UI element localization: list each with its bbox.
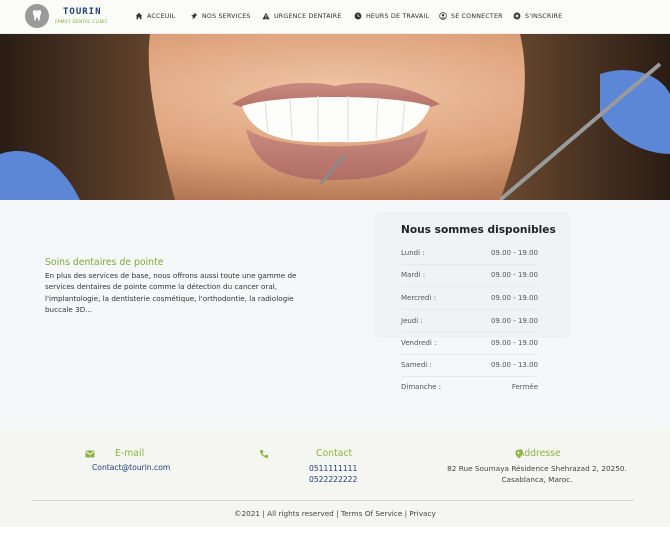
page-bottom-strip bbox=[0, 527, 670, 537]
hours-row: Jeudi : 09.00 - 19.00 bbox=[401, 311, 538, 333]
nav-label: S'INSCRIRE bbox=[525, 12, 563, 20]
address-heading: Addresse bbox=[518, 448, 561, 459]
nav-item-inscription[interactable]: S'INSCRIRE bbox=[512, 9, 562, 23]
footer: E-mail Contact@tourin.com Contact 051111… bbox=[0, 428, 670, 527]
address-line-2: Casablanca, Maroc. bbox=[501, 475, 573, 484]
hero-smile-image bbox=[0, 34, 670, 200]
nav-item-connexion[interactable]: SE CONNECTER bbox=[438, 9, 503, 23]
hours-day: Samedi : bbox=[401, 361, 432, 369]
hours-row: Mardi : 09.00 - 19.00 bbox=[401, 265, 538, 287]
phone-link-1[interactable]: 0511111111 bbox=[309, 463, 357, 475]
nav-item-accueil[interactable]: ACCEUIL bbox=[134, 9, 175, 23]
envelope-icon bbox=[85, 449, 95, 459]
copyright-text: ©2021 | All rights reserved | Terms Of S… bbox=[234, 509, 436, 518]
warning-icon bbox=[261, 12, 270, 21]
contact-heading: Contact bbox=[316, 448, 353, 459]
hours-day: Jeudi : bbox=[401, 317, 423, 325]
hours-row: Dimanche : Fermée bbox=[401, 377, 538, 399]
hours-time: 09.00 - 19.00 bbox=[490, 317, 538, 325]
nav-label: ACCEUIL bbox=[147, 12, 176, 20]
hours-day: Lundi : bbox=[401, 249, 425, 257]
phone-link-2[interactable]: 0522222222 bbox=[309, 474, 357, 486]
top-navbar: TOURIN FAMILY DENTAL CLINIC ACCEUIL NOS … bbox=[0, 0, 670, 34]
nav-label: HEURS DE TRAVAIL bbox=[366, 12, 430, 20]
hours-time: 09.00 - 19.00 bbox=[490, 339, 538, 347]
plus-circle-icon bbox=[512, 12, 521, 21]
brand-name: TOURIN bbox=[63, 6, 102, 17]
clock-icon bbox=[353, 12, 362, 21]
pin-icon bbox=[189, 12, 198, 21]
user-circle-icon bbox=[438, 12, 447, 21]
nav-label: NOS SERVICES bbox=[202, 12, 251, 20]
home-icon bbox=[134, 12, 143, 21]
hours-time: 09.00 - 13.00 bbox=[490, 361, 538, 369]
nav-label: SE CONNECTER bbox=[451, 12, 503, 20]
address-line-1: 82 Rue Soumaya Résidence Shehrazad 2, 20… bbox=[447, 464, 627, 473]
brand-tagline: FAMILY DENTAL CLINIC bbox=[55, 18, 108, 24]
brand-logo[interactable]: TOURIN FAMILY DENTAL CLINIC bbox=[25, 4, 108, 28]
hours-time: 09.00 - 19.00 bbox=[490, 249, 538, 257]
hours-row: Samedi : 09.00 - 13.00 bbox=[401, 355, 538, 377]
nav-item-urgence[interactable]: URGENCE DENTAIRE bbox=[261, 9, 342, 23]
hours-time: Fermée bbox=[511, 383, 538, 391]
hours-day: Mercredi : bbox=[401, 294, 436, 302]
nav-item-horaires[interactable]: HEURS DE TRAVAIL bbox=[353, 9, 429, 23]
hours-day: Mardi : bbox=[401, 271, 426, 279]
nav-item-services[interactable]: NOS SERVICES bbox=[189, 9, 251, 23]
phone-icon bbox=[259, 449, 269, 459]
hours-title: Nous sommes disponibles bbox=[401, 224, 556, 236]
hours-row: Lundi : 09.00 - 19.00 bbox=[401, 243, 538, 265]
hours-time: 09.00 - 19.00 bbox=[490, 271, 538, 279]
main-content: Soins dentaires de pointe En plus des se… bbox=[0, 200, 670, 428]
hours-day: Vendredi : bbox=[401, 339, 437, 347]
email-heading: E-mail bbox=[115, 448, 145, 459]
feature-description: En plus des services de base, nous offro… bbox=[45, 271, 297, 314]
tooth-icon bbox=[25, 4, 49, 28]
hours-day: Dimanche : bbox=[401, 383, 442, 391]
feature-title: Soins dentaires de pointe bbox=[45, 257, 164, 268]
email-link[interactable]: Contact@tourin.com bbox=[92, 462, 170, 474]
hours-row: Vendredi : 09.00 - 19.00 bbox=[401, 333, 538, 355]
footer-divider bbox=[32, 500, 634, 501]
hours-time: 09.00 - 19.00 bbox=[490, 294, 538, 302]
hours-row: Mercredi : 09.00 - 19.00 bbox=[401, 288, 538, 310]
nav-label: URGENCE DENTAIRE bbox=[274, 12, 342, 20]
